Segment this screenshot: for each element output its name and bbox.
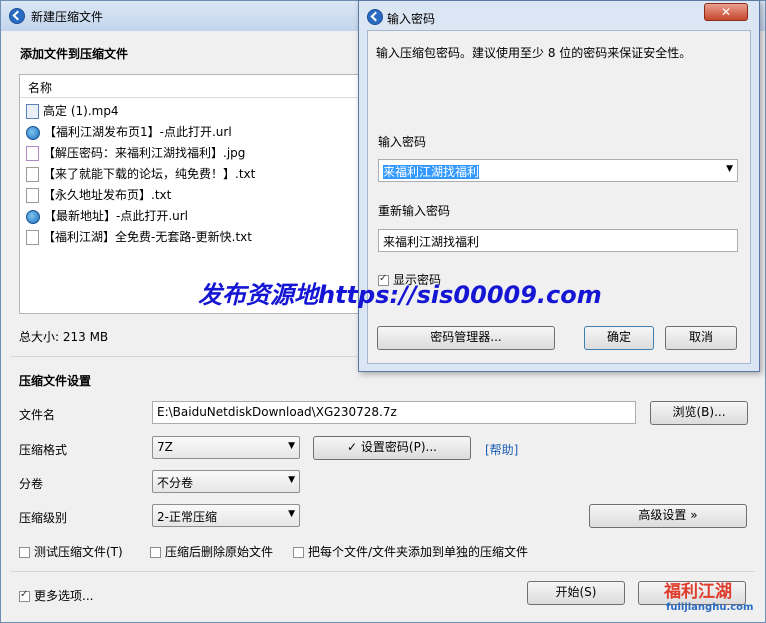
file-name: 【最新地址】-点此打开.url [44, 209, 189, 223]
list-item[interactable]: 【福利江湖发布页1】-点此打开.url [26, 123, 232, 143]
text-file-icon [26, 167, 39, 182]
delete-after-label: 压缩后删除原始文件 [165, 545, 274, 559]
repeat-password-label: 重新输入密码 [378, 204, 451, 218]
file-name: 【解压密码：来福利江湖找福利】.jpg [43, 146, 246, 160]
file-name: 【来了就能下载的论坛，纯免费！】.txt [43, 167, 256, 181]
browse-button[interactable]: 浏览(B)... [650, 401, 748, 425]
watermark-text: 发布资源地https://sis00009.com [198, 281, 602, 309]
filename-input[interactable]: E:\BaiduNetdiskDownload\XG230728.7z [152, 401, 636, 424]
level-value: 2-正常压缩 [157, 510, 217, 524]
logo-url: fulijianghu.com [666, 602, 754, 613]
chevron-down-icon: ▼ [288, 475, 295, 485]
chevron-down-icon[interactable]: ▼ [726, 164, 733, 174]
checkbox[interactable] [19, 547, 30, 558]
test-archive-option[interactable]: 测试压缩文件(T) [19, 543, 123, 560]
help-link[interactable]: [帮助] [485, 441, 518, 458]
add-files-header: 添加文件到压缩文件 [20, 47, 129, 61]
app-logo-icon [9, 8, 25, 24]
list-item[interactable]: 【永久地址发布页】.txt [26, 186, 171, 206]
dialog-title: 输入密码 [387, 12, 436, 26]
separate-archives-label: 把每个文件/文件夹添加到单独的压缩文件 [308, 545, 529, 559]
divider [11, 571, 755, 572]
checkbox[interactable] [293, 547, 304, 558]
site-logo: 福利江湖 fulijianghu.com [664, 575, 758, 619]
level-select[interactable]: 2-正常压缩 ▼ [152, 504, 300, 527]
text-file-icon [26, 230, 39, 245]
globe-icon [26, 209, 40, 224]
format-label: 压缩格式 [19, 443, 68, 457]
password-manager-button[interactable]: 密码管理器... [377, 326, 555, 350]
settings-header: 压缩文件设置 [19, 374, 92, 388]
chevron-down-icon: ▼ [288, 441, 295, 451]
chevron-down-icon: ▼ [288, 509, 295, 519]
cancel-button[interactable]: 取消 [665, 326, 737, 350]
file-name: 高定 (1).mp4 [43, 104, 119, 118]
image-file-icon [26, 146, 39, 161]
password-value: 来福利江湖找福利 [383, 165, 480, 179]
list-item[interactable]: 【最新地址】-点此打开.url [26, 207, 188, 227]
main-window-title: 新建压缩文件 [31, 10, 104, 24]
level-label: 压缩级别 [19, 511, 68, 525]
video-file-icon [26, 104, 39, 119]
volume-label: 分卷 [19, 477, 44, 491]
globe-icon [26, 125, 40, 140]
format-select[interactable]: 7Z ▼ [152, 436, 300, 459]
app-logo-icon [367, 9, 383, 25]
list-item[interactable]: 高定 (1).mp4 [26, 102, 119, 122]
volume-value: 不分卷 [157, 476, 194, 490]
dialog-body: 输入压缩包密码。建议使用至少 8 位的密码来保证安全性。 输入密码 来福利江湖找… [367, 30, 751, 364]
file-name: 【福利江湖】全免费-无套路-更新快.txt [43, 230, 252, 244]
file-name: 【永久地址发布页】.txt [43, 188, 172, 202]
list-item[interactable]: 【来了就能下载的论坛，纯免费！】.txt [26, 165, 255, 185]
more-options-label: 更多选项... [34, 589, 94, 603]
text-file-icon [26, 188, 39, 203]
volume-select[interactable]: 不分卷 ▼ [152, 470, 300, 493]
filename-label: 文件名 [19, 408, 56, 422]
dialog-hint: 输入压缩包密码。建议使用至少 8 位的密码来保证安全性。 [376, 46, 692, 60]
list-item[interactable]: 【解压密码：来福利江湖找福利】.jpg [26, 144, 245, 164]
separate-archives-option[interactable]: 把每个文件/文件夹添加到单独的压缩文件 [293, 543, 528, 560]
repeat-password-input[interactable]: 来福利江湖找福利 [378, 229, 738, 252]
password-combo[interactable]: 来福利江湖找福利 ▼ [378, 159, 738, 182]
checkbox-checked[interactable] [19, 589, 30, 602]
list-item[interactable]: 【福利江湖】全免费-无套路-更新快.txt [26, 228, 252, 248]
advanced-settings-button[interactable]: 高级设置 » [589, 504, 747, 528]
ok-button[interactable]: 确定 [584, 326, 654, 350]
format-value: 7Z [157, 440, 173, 454]
set-password-button[interactable]: ✓ 设置密码(P)... [313, 436, 471, 460]
total-size: 总大小: 213 MB [19, 330, 109, 344]
start-button[interactable]: 开始(S) [527, 581, 625, 605]
delete-after-option[interactable]: 压缩后删除原始文件 [150, 543, 273, 560]
password-label: 输入密码 [378, 135, 427, 149]
test-archive-label: 测试压缩文件(T) [34, 545, 123, 559]
file-name: 【福利江湖发布页1】-点此打开.url [44, 125, 232, 139]
password-dialog: 输入密码 ✕ 输入压缩包密码。建议使用至少 8 位的密码来保证安全性。 输入密码… [358, 0, 760, 372]
checkbox[interactable] [150, 547, 161, 558]
column-name-label: 名称 [28, 81, 53, 95]
logo-text: 福利江湖 [664, 582, 732, 602]
close-icon[interactable]: ✕ [704, 3, 748, 21]
list-column-header[interactable]: 名称 [20, 75, 362, 98]
more-options[interactable]: 更多选项... [19, 587, 93, 604]
